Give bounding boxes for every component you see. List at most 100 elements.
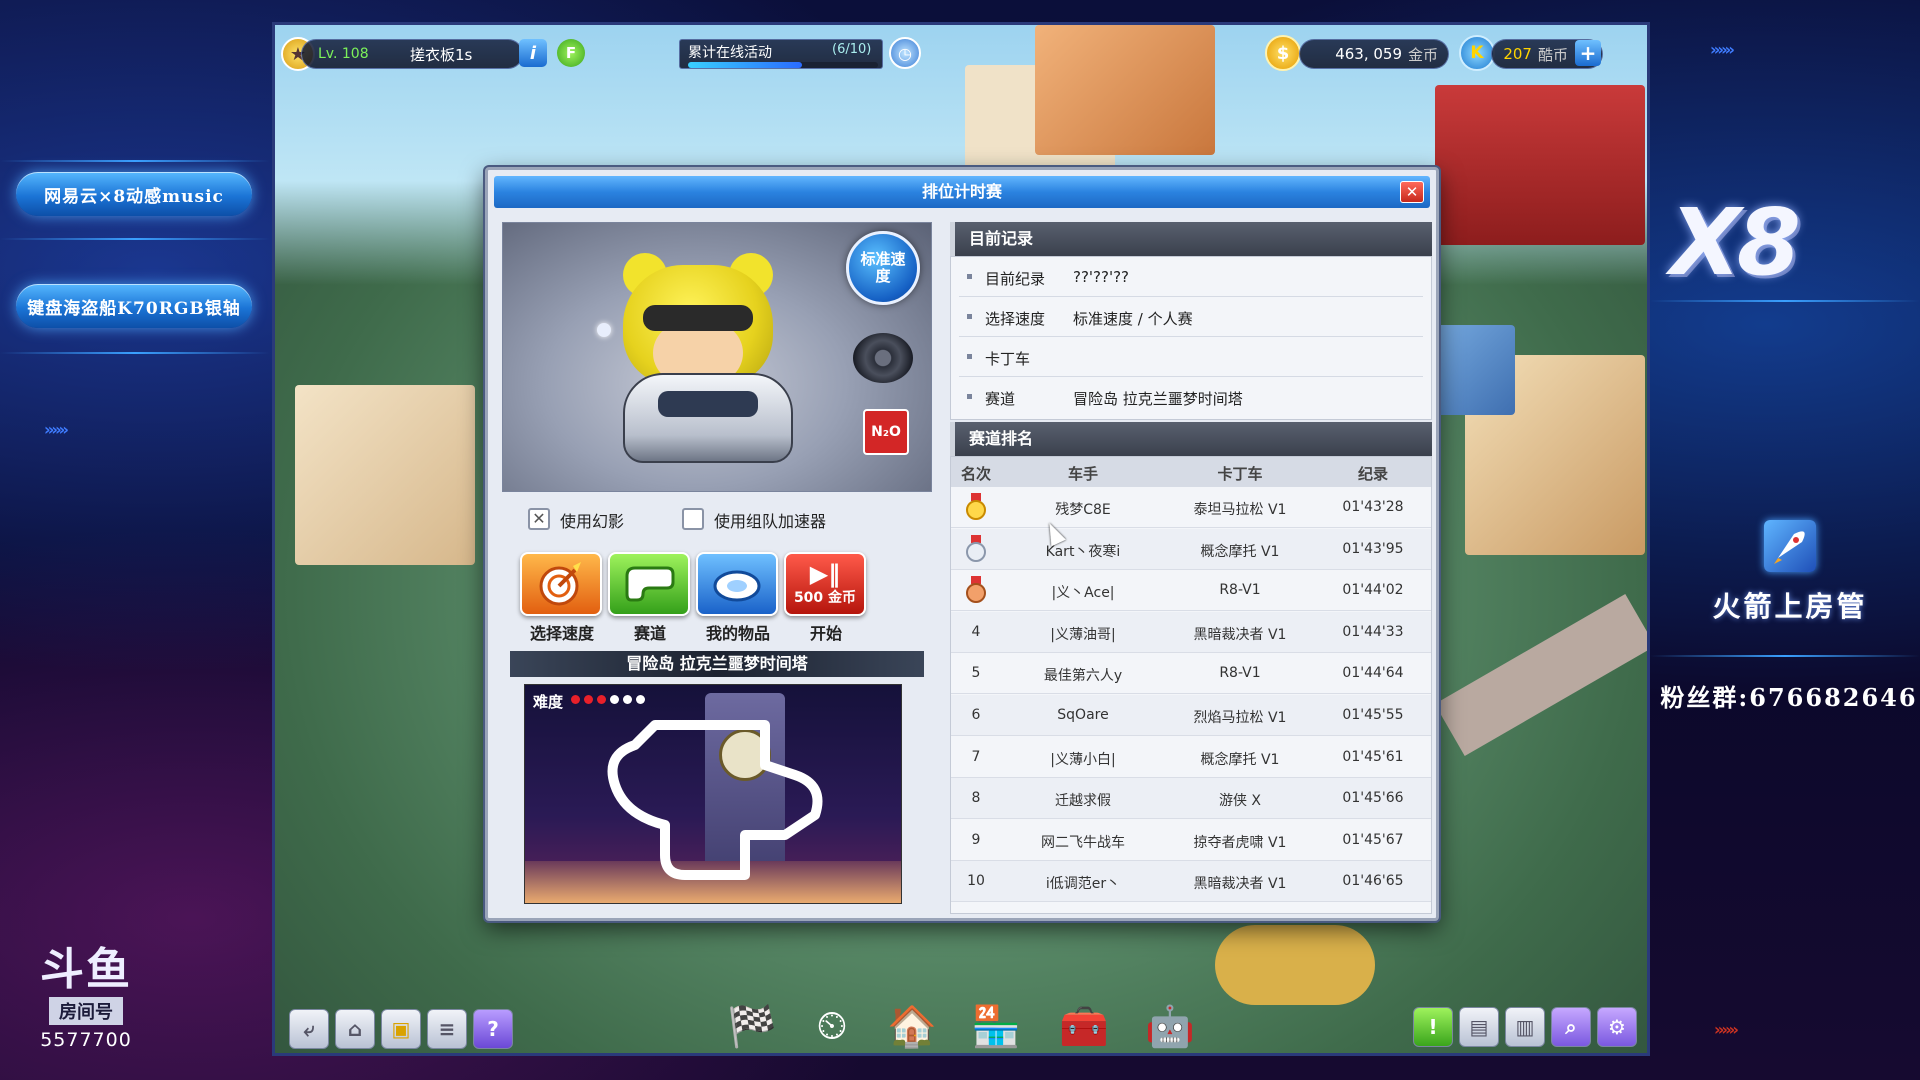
driver-name: 最佳第六人y bbox=[1043, 668, 1123, 685]
close-button[interactable]: ✕ bbox=[1400, 181, 1424, 203]
player-name: 搓衣板1s bbox=[410, 45, 473, 64]
race-options: ✕ 使用幻影 使用组队加速器 bbox=[502, 504, 932, 534]
game-window: ★ Lv. 108 搓衣板1s i F 累计在线活动 (6/10) ◷ $ 46… bbox=[272, 22, 1650, 1056]
start-cost: 500 金币 bbox=[793, 590, 857, 606]
table-row[interactable]: 2Kart丶夜寒i概念摩托 V101'43'95 bbox=[951, 528, 1431, 570]
current-record-header: 目前记录 bbox=[950, 222, 1432, 256]
table-row[interactable]: 9 网二飞牛战车 掠夺者虎啸 V1 01'45'67 bbox=[951, 820, 1431, 861]
n2o-icon[interactable]: N₂O bbox=[863, 409, 909, 455]
kart-name: 黑暗裁决者 V1 bbox=[1193, 876, 1287, 893]
speed-badge[interactable]: 标准速度 bbox=[846, 231, 920, 305]
rank-number: 8 bbox=[971, 790, 981, 807]
my-items-button[interactable] bbox=[696, 552, 778, 616]
current-record-panel: 目前纪录 ??'??'?? 选择速度 标准速度 / 个人赛 卡丁车 赛道 冒险岛… bbox=[950, 256, 1432, 420]
rank-number: 4 bbox=[971, 623, 981, 640]
notes-icon[interactable]: ≡ bbox=[427, 1009, 467, 1049]
record-row: 卡丁车 bbox=[959, 337, 1423, 377]
race-flag-icon[interactable]: 🏁 bbox=[715, 997, 789, 1053]
select-speed-button[interactable] bbox=[520, 552, 602, 616]
info-icon[interactable]: i bbox=[519, 39, 547, 67]
lap-time: 01'44'33 bbox=[1342, 623, 1404, 640]
online-activity-bar[interactable]: 累计在线活动 (6/10) bbox=[679, 39, 883, 69]
activity-progress-track bbox=[688, 62, 878, 68]
use-ghost-checkbox[interactable]: ✕ bbox=[528, 508, 550, 530]
table-row[interactable]: 6 SqOare 烈焰马拉松 V1 01'45'55 bbox=[951, 695, 1431, 736]
search-icon[interactable]: ⌕ bbox=[1551, 1007, 1591, 1047]
rank-number: 10 bbox=[967, 873, 985, 890]
garage-icon[interactable]: 🏠 bbox=[875, 997, 949, 1053]
settings-icon[interactable]: ⚙ bbox=[1597, 1007, 1637, 1047]
lap-time: 01'44'02 bbox=[1342, 582, 1404, 599]
kart-name: 游侠 X bbox=[1218, 793, 1262, 810]
record-value: ??'??'?? bbox=[1073, 268, 1130, 286]
medal-gold-icon bbox=[966, 493, 986, 520]
driver-name: |义薄小白| bbox=[1050, 751, 1116, 768]
add-kcoin-plus-icon[interactable]: + bbox=[1575, 40, 1601, 66]
use-team-boost-checkbox[interactable] bbox=[682, 508, 704, 530]
speedometer-icon[interactable]: ⏲ bbox=[795, 997, 869, 1053]
help-icon[interactable]: ? bbox=[473, 1009, 513, 1049]
bullet bbox=[967, 354, 972, 359]
rank-number: 6 bbox=[971, 707, 981, 723]
difficulty-dot bbox=[571, 695, 580, 704]
kcoin-unit: 酷币 bbox=[1537, 45, 1568, 64]
table-row[interactable]: 4 |义薄油哥| 黑暗裁决者 V1 01'44'33 bbox=[951, 611, 1431, 653]
bullet bbox=[967, 394, 972, 399]
track-button[interactable] bbox=[608, 552, 690, 616]
wheel-icon[interactable] bbox=[853, 333, 913, 383]
back-icon[interactable]: ⤶ bbox=[289, 1009, 329, 1049]
record-key: 目前纪录 bbox=[985, 270, 1046, 288]
lap-time: 01'46'65 bbox=[1342, 873, 1404, 890]
table-row[interactable]: 1残梦C8E泰坦马拉松 V101'43'28 bbox=[951, 487, 1431, 528]
kart-name: R8-V1 bbox=[1219, 665, 1261, 682]
gold-unit: 金币 bbox=[1407, 45, 1438, 64]
alert-icon[interactable]: ! bbox=[1413, 1007, 1453, 1047]
table-row[interactable]: 5 最佳第六人y R8-V1 01'44'64 bbox=[951, 653, 1431, 695]
save-icon[interactable]: ▥ bbox=[1505, 1007, 1545, 1047]
robot-icon[interactable]: 🤖 bbox=[1133, 997, 1207, 1053]
ranked-time-trial-dialog: 排位计时赛 ✕ 标准速度 N₂O ✕ 使用幻影 使用组队加速器 选择速度 赛道 … bbox=[485, 167, 1439, 921]
lap-time: 01'45'55 bbox=[1342, 707, 1404, 723]
scene-house-left bbox=[295, 385, 475, 565]
overlay-pill-music: 网易云×8动感music bbox=[16, 172, 252, 216]
decor-arrows-bottom: »»» bbox=[1714, 1020, 1739, 1039]
neon-line bbox=[0, 160, 270, 162]
activity-progress-fill bbox=[688, 62, 802, 68]
record-key: 选择速度 bbox=[985, 310, 1046, 328]
ranking-column-headers: 名次 车手 卡丁车 纪录 bbox=[951, 457, 1431, 487]
gift-icon[interactable]: ▣ bbox=[381, 1009, 421, 1049]
decor-arrows-left: »»» bbox=[44, 420, 69, 439]
kart-name: 概念摩托 V1 bbox=[1200, 543, 1280, 560]
table-row[interactable]: 7 |义薄小白| 概念摩托 V1 01'45'61 bbox=[951, 737, 1431, 778]
driver-name: |义丶Ace| bbox=[1051, 585, 1115, 602]
driver-name: 残梦C8E bbox=[1055, 502, 1111, 518]
chat-icon[interactable]: ▤ bbox=[1459, 1007, 1499, 1047]
toolbox-icon[interactable]: 🧰 bbox=[1047, 997, 1121, 1053]
sparkle-icon bbox=[597, 323, 611, 337]
scene-ring bbox=[1215, 925, 1375, 1005]
lap-time: 01'45'61 bbox=[1342, 748, 1404, 765]
overlay-pill-keyboard: 键盘海盗船K70RGB银轴 bbox=[16, 284, 252, 328]
driver-name: i低调范er丶 bbox=[1045, 876, 1121, 893]
driver-name: SqOare bbox=[1057, 707, 1109, 723]
record-row: 目前纪录 ??'??'?? bbox=[959, 257, 1423, 297]
clock-icon[interactable]: ◷ bbox=[889, 37, 921, 69]
neon-line bbox=[1650, 655, 1920, 657]
friend-f-icon[interactable]: F bbox=[557, 39, 585, 67]
home-icon[interactable]: ⌂ bbox=[335, 1009, 375, 1049]
neon-line bbox=[1650, 300, 1920, 302]
driver-name: 迁越求假 bbox=[1055, 793, 1111, 810]
track-ranking-table: 名次 车手 卡丁车 纪录 1残梦C8E泰坦马拉松 V101'43'282Kart… bbox=[950, 456, 1432, 914]
scene-road bbox=[1434, 594, 1647, 756]
record-key: 卡丁车 bbox=[985, 350, 1031, 368]
lap-time: 01'43'95 bbox=[1342, 540, 1404, 557]
start-button[interactable]: ▶‖ 500 金币 bbox=[784, 552, 866, 616]
shop-icon[interactable]: 🏪 bbox=[959, 997, 1033, 1053]
use-team-boost-label: 使用组队加速器 bbox=[714, 512, 827, 531]
rocket-caption: 火箭上房管 bbox=[1712, 590, 1868, 623]
rank-number: 9 bbox=[971, 831, 981, 848]
table-row[interactable]: 3|义丶Ace|R8-V101'44'02 bbox=[951, 570, 1431, 612]
kart-preview: 标准速度 N₂O bbox=[502, 222, 932, 492]
table-row[interactable]: 8 迁越求假 游侠 X 01'45'66 bbox=[951, 778, 1431, 820]
table-row[interactable]: 10 i低调范er丶 黑暗裁决者 V1 01'46'65 bbox=[951, 861, 1431, 903]
